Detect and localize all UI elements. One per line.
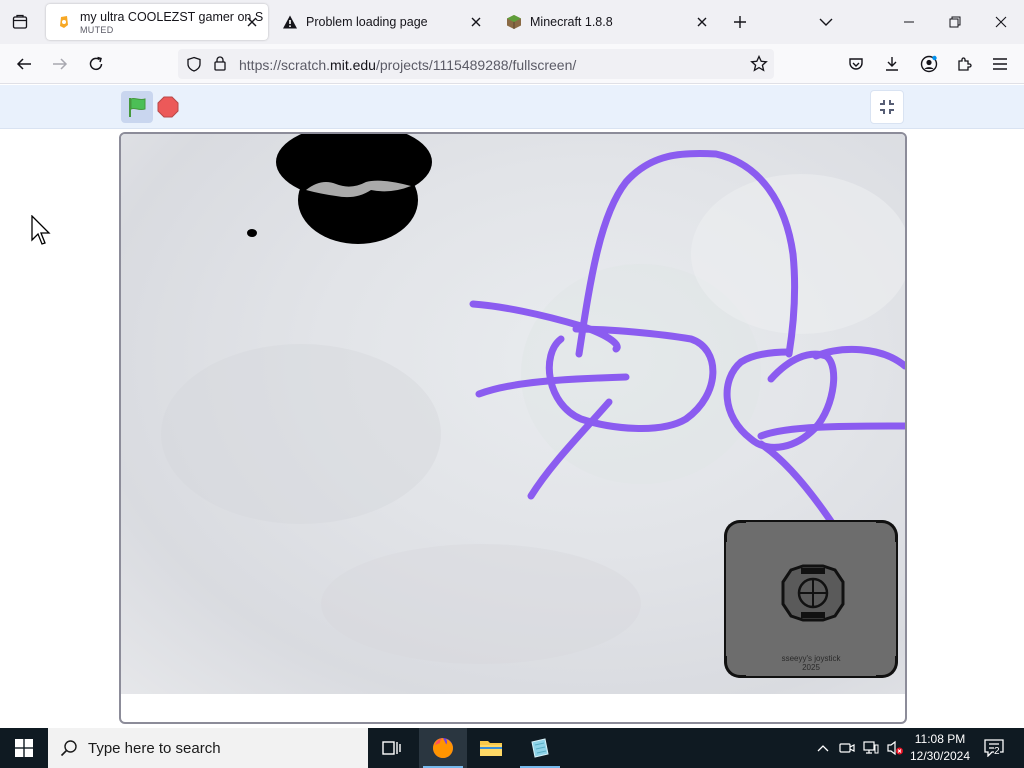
joystick-sprite[interactable]: sseeyy's joystick 2025 xyxy=(724,520,898,678)
task-view-icon xyxy=(382,741,401,755)
url-path: /projects/1115489288/fullscreen/ xyxy=(375,57,577,73)
forward-button[interactable] xyxy=(48,52,72,76)
close-window-button[interactable] xyxy=(987,8,1015,36)
close-icon xyxy=(697,17,707,27)
pocket-icon xyxy=(849,58,863,70)
lock-icon[interactable] xyxy=(212,55,228,76)
plus-icon xyxy=(734,16,746,28)
menu-button[interactable] xyxy=(988,52,1012,76)
search-icon xyxy=(60,740,77,757)
joystick-year: 2025 xyxy=(802,663,820,672)
account-icon xyxy=(920,55,938,73)
firefox-icon xyxy=(433,738,453,758)
start-button[interactable] xyxy=(0,728,48,768)
stop-button[interactable] xyxy=(157,96,179,118)
pocket-button[interactable] xyxy=(844,52,868,76)
tab-list-button[interactable] xyxy=(8,10,32,34)
exit-fullscreen-button[interactable] xyxy=(870,90,904,124)
chevron-down-icon xyxy=(819,18,833,26)
tab-strip: my ultra COOLEZST gamer on S MUTED Probl… xyxy=(0,0,1024,44)
tab-list-icon xyxy=(12,14,28,29)
camera-icon xyxy=(839,743,855,753)
scratch-favicon-icon xyxy=(56,14,72,30)
account-button[interactable] xyxy=(917,52,941,76)
back-button[interactable] xyxy=(12,52,36,76)
taskbar-search-box[interactable]: Type here to search xyxy=(48,728,368,768)
notification-count-badge: 2 xyxy=(994,746,1000,757)
taskbar-firefox[interactable] xyxy=(419,728,467,768)
url-text[interactable]: https://scratch.mit.edu/projects/1115489… xyxy=(239,57,576,73)
address-bar[interactable]: https://scratch.mit.edu/projects/1115489… xyxy=(178,49,774,79)
tab-title: Problem loading page xyxy=(306,15,428,29)
close-icon xyxy=(995,16,1007,28)
download-icon xyxy=(886,57,898,71)
windows-logo-icon xyxy=(15,739,33,757)
arrow-right-icon xyxy=(53,58,68,70)
url-host: mit.edu xyxy=(330,57,376,73)
restore-icon xyxy=(949,16,961,28)
extensions-button[interactable] xyxy=(952,52,976,76)
tab-muted-label: MUTED xyxy=(80,24,114,35)
reload-icon xyxy=(89,56,103,71)
bookmark-star-icon[interactable] xyxy=(750,54,768,78)
chevron-up-icon xyxy=(817,745,829,752)
close-tab-button[interactable] xyxy=(694,14,710,30)
app-icon xyxy=(531,738,549,758)
reload-button[interactable] xyxy=(84,52,108,76)
show-hidden-icons-button[interactable] xyxy=(812,728,834,768)
arrow-left-icon xyxy=(16,58,31,70)
downloads-button[interactable] xyxy=(880,52,904,76)
list-all-tabs-button[interactable] xyxy=(814,10,838,34)
tray-network[interactable] xyxy=(860,728,882,768)
taskbar-clock[interactable]: 11:08 PM 12/30/2024 xyxy=(906,731,974,765)
search-placeholder: Type here to search xyxy=(88,739,221,757)
task-view-button[interactable] xyxy=(368,728,416,768)
joystick-label: sseeyy's joystick xyxy=(781,654,841,663)
joystick-knob-icon[interactable] xyxy=(781,564,845,622)
mouse-pointer-icon xyxy=(31,215,51,245)
minimize-button[interactable] xyxy=(895,8,923,36)
minimize-icon xyxy=(904,21,914,23)
scratch-stage-header xyxy=(0,85,1024,129)
close-icon xyxy=(247,17,257,27)
warning-icon xyxy=(282,14,298,30)
navigation-toolbar: https://scratch.mit.edu/projects/1115489… xyxy=(0,44,1024,84)
tab-problem-loading[interactable]: Problem loading page xyxy=(272,4,492,40)
tray-volume[interactable] xyxy=(884,728,906,768)
black-sprite xyxy=(247,134,432,244)
clock-time: 11:08 PM xyxy=(914,732,966,746)
tracking-protection-shield-icon[interactable] xyxy=(186,56,202,77)
green-flag-button[interactable] xyxy=(121,91,153,123)
stop-sign-icon xyxy=(157,96,179,118)
close-icon xyxy=(471,17,481,27)
exit-fullscreen-icon xyxy=(880,100,894,114)
stage-canvas[interactable]: sseeyy's joystick 2025 xyxy=(121,134,905,694)
puzzle-icon xyxy=(958,57,972,71)
scratch-stage[interactable]: sseeyy's joystick 2025 xyxy=(119,132,907,724)
volume-muted-icon xyxy=(887,740,903,756)
close-tab-button[interactable] xyxy=(244,14,260,30)
clock-date: 12/30/2024 xyxy=(909,749,971,763)
tab-minecraft[interactable]: Minecraft 1.8.8 xyxy=(496,4,718,40)
new-tab-button[interactable] xyxy=(728,10,752,34)
restore-button[interactable] xyxy=(941,8,969,36)
tab-title: my ultra COOLEZST gamer on S xyxy=(80,9,264,24)
windows-taskbar: Type here to search 11:08 PM 12/30/2024 … xyxy=(0,728,1024,768)
tab-scratch-project[interactable]: my ultra COOLEZST gamer on S MUTED xyxy=(46,4,268,40)
close-tab-button[interactable] xyxy=(468,14,484,30)
green-flag-icon xyxy=(129,97,146,117)
taskbar-minecraft-launcher[interactable] xyxy=(516,728,564,768)
tab-title: Minecraft 1.8.8 xyxy=(530,15,613,29)
url-prefix: https://scratch. xyxy=(239,57,331,73)
minecraft-block-icon xyxy=(506,14,522,30)
network-icon xyxy=(863,741,879,754)
folder-icon xyxy=(480,741,502,756)
taskbar-file-explorer[interactable] xyxy=(467,728,515,768)
hamburger-menu-icon xyxy=(993,58,1007,70)
tray-meet-now[interactable] xyxy=(836,728,858,768)
